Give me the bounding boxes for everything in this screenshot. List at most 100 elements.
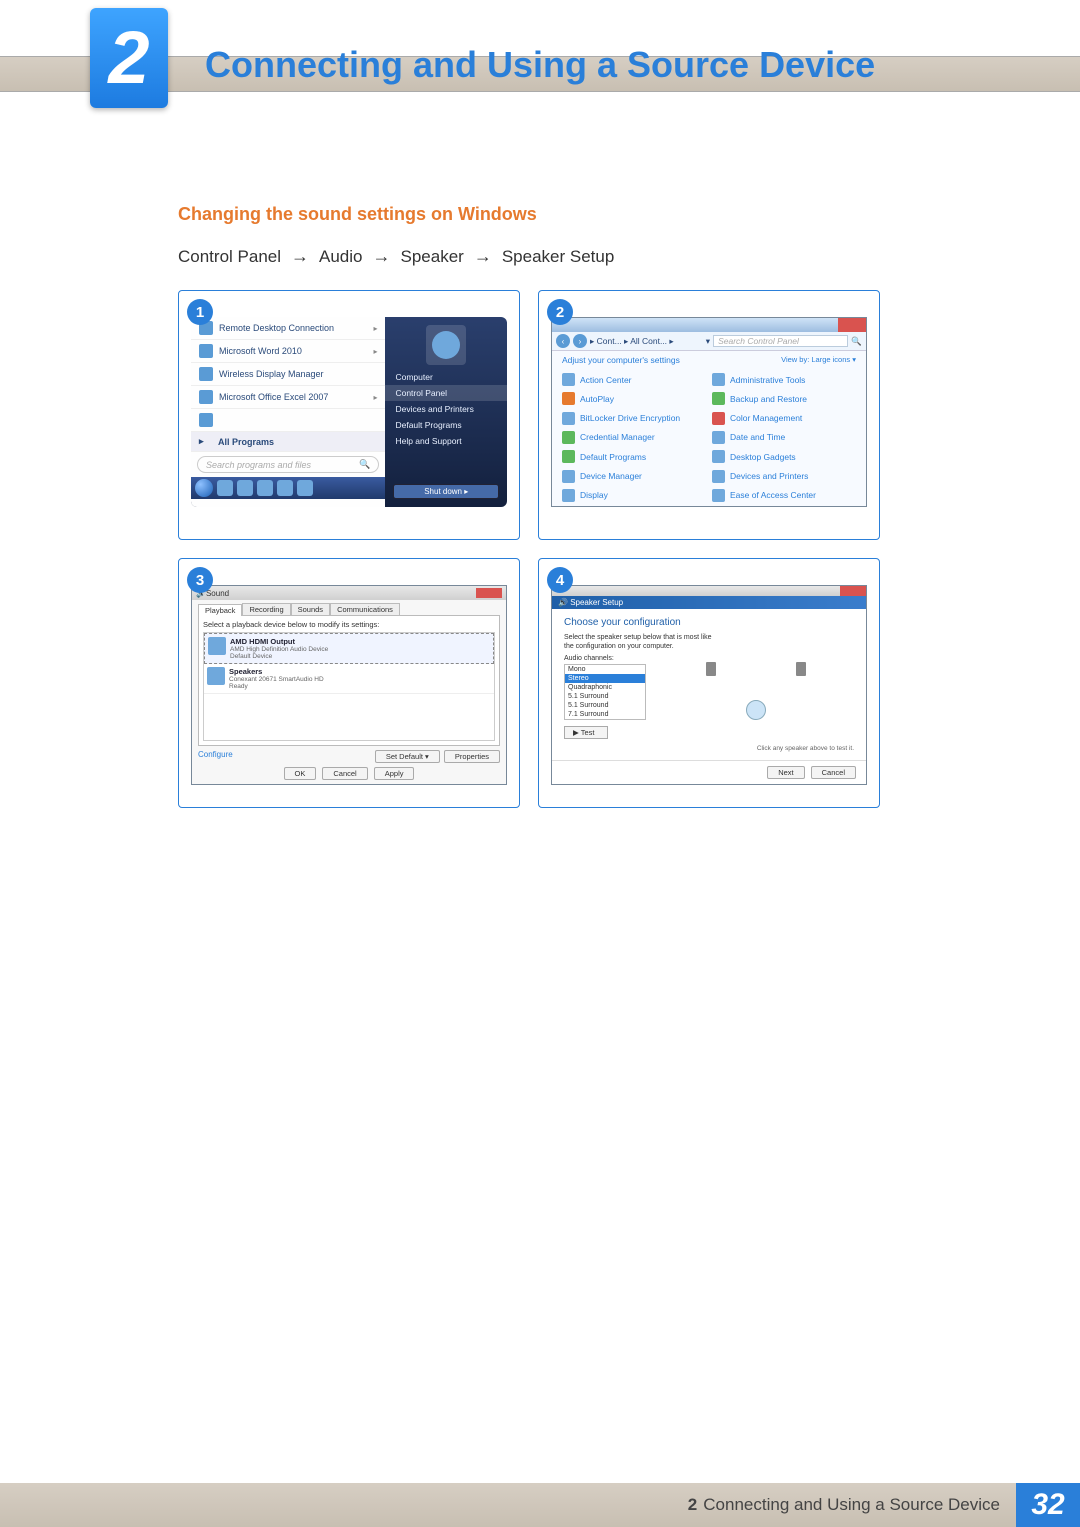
navigation-path: Control Panel → Audio → Speaker → Speake… (178, 246, 614, 267)
tab-recording[interactable]: Recording (242, 603, 290, 615)
channel-option[interactable]: 7.1 Surround (565, 710, 645, 719)
right-item-control-panel[interactable]: Control Panel (385, 385, 507, 401)
cancel-button[interactable]: Cancel (811, 766, 856, 779)
app-label: Microsoft Office Excel 2007 (219, 392, 328, 402)
speaker-diagram: Click any speaker above to test it. (658, 652, 854, 752)
chevron-right-icon: ▸ (373, 324, 377, 333)
device-item[interactable]: AMD HDMI Output AMD High Definition Audi… (204, 633, 494, 664)
device-name: AMD HDMI Output (230, 637, 328, 646)
close-icon[interactable] (476, 588, 502, 598)
taskbar-icon[interactable] (297, 480, 313, 496)
chapter-title: Connecting and Using a Source Device (205, 44, 875, 86)
apply-button[interactable]: Apply (374, 767, 415, 780)
tab-communications[interactable]: Communications (330, 603, 400, 615)
room-diagram (676, 652, 836, 752)
pinned-row[interactable] (191, 409, 385, 432)
breadcrumb[interactable]: ▸ Cont... ▸ All Cont... ▸ (590, 336, 703, 347)
cp-item[interactable]: AutoPlay (562, 390, 706, 407)
ok-button[interactable]: OK (284, 767, 317, 780)
autoplay-icon (562, 392, 575, 405)
configure-link[interactable]: Configure (198, 750, 233, 763)
channel-option-selected[interactable]: Stereo (565, 674, 645, 683)
cp-item[interactable]: Device Manager (562, 467, 706, 484)
cp-item[interactable]: Default Programs (562, 448, 706, 465)
cp-item[interactable]: Ease of Access Center (712, 487, 856, 504)
chapter-number: 2 (108, 21, 149, 95)
band-label: Speaker Setup (570, 598, 623, 607)
device-status: Default Device (230, 653, 328, 660)
tab-playback[interactable]: Playback (198, 604, 242, 616)
cp-item[interactable]: Display (562, 487, 706, 504)
device-item[interactable]: Speakers Conexant 20671 SmartAudio HD Re… (204, 664, 494, 694)
search-icon[interactable]: 🔍 (851, 336, 862, 347)
speaker-icon (208, 637, 226, 655)
credential-icon (562, 431, 575, 444)
search-placeholder: Search programs and files (206, 460, 311, 470)
view-by-dropdown[interactable]: View by: Large icons ▾ (781, 355, 856, 365)
start-menu: Remote Desktop Connection ▸ Microsoft Wor… (191, 317, 507, 507)
address-bar: ‹ › ▸ Cont... ▸ All Cont... ▸ ▾ Search C… (552, 332, 866, 351)
search-input[interactable]: Search programs and files🔍 (197, 456, 379, 473)
taskbar-icon[interactable] (277, 480, 293, 496)
cp-item[interactable]: Date and Time (712, 429, 856, 446)
cp-item[interactable]: Action Center (562, 371, 706, 388)
cp-item[interactable]: Backup and Restore (712, 390, 856, 407)
close-icon[interactable] (840, 586, 866, 596)
clock-icon (712, 431, 725, 444)
next-button[interactable]: Next (767, 766, 804, 779)
chevron-right-icon: ▸ (373, 347, 377, 356)
cp-item[interactable]: Desktop Gadgets (712, 448, 856, 465)
test-button[interactable]: ▶ Test (564, 726, 608, 739)
channel-option[interactable]: 5.1 Surround (565, 701, 645, 710)
set-default-button[interactable]: Set Default ▾ (375, 750, 440, 763)
user-avatar (426, 325, 466, 365)
app-item[interactable]: Wireless Display Manager (191, 363, 385, 386)
close-icon[interactable] (838, 318, 866, 332)
cancel-button[interactable]: Cancel (322, 767, 367, 780)
cp-item[interactable]: Credential Manager (562, 429, 706, 446)
right-item[interactable]: Help and Support (385, 433, 507, 449)
instruction-text: Select the speaker setup below that is m… (564, 634, 854, 641)
app-item[interactable]: Microsoft Word 2010 ▸ (191, 340, 385, 363)
all-programs[interactable]: ▸ All Programs (191, 432, 385, 452)
tools-icon (712, 373, 725, 386)
chapter-badge: 2 (90, 8, 168, 108)
channel-option[interactable]: Mono (565, 665, 645, 674)
cp-item-label: Ease of Access Center (730, 490, 816, 500)
app-item[interactable]: Remote Desktop Connection ▸ (191, 317, 385, 340)
cp-item[interactable]: Color Management (712, 410, 856, 427)
dialog-buttons: OK Cancel Apply (192, 767, 506, 780)
speaker-left-icon[interactable] (706, 662, 716, 676)
shutdown-button[interactable]: Shut down ▸ (393, 484, 499, 499)
cp-item[interactable]: BitLocker Drive Encryption (562, 410, 706, 427)
search-input[interactable]: Search Control Panel (713, 335, 848, 347)
taskbar-icon[interactable] (217, 480, 233, 496)
right-item[interactable]: Default Programs (385, 417, 507, 433)
right-item[interactable]: Computer (385, 369, 507, 385)
app-label: Microsoft Word 2010 (219, 346, 302, 356)
cp-item-label: Default Programs (580, 452, 646, 462)
listener-icon (746, 700, 766, 720)
step-badge: 2 (547, 299, 573, 325)
tab-bar: Playback Recording Sounds Communications (192, 600, 506, 615)
audio-channels-list[interactable]: Mono Stereo Quadraphonic 5.1 Surround 5.… (564, 664, 646, 720)
properties-button[interactable]: Properties (444, 750, 500, 763)
cp-item[interactable]: Administrative Tools (712, 371, 856, 388)
dialog-body: Choose your configuration Select the spe… (552, 609, 866, 760)
section-heading: Changing the sound settings on Windows (178, 204, 537, 225)
taskbar-icon[interactable] (257, 480, 273, 496)
start-orb-icon[interactable] (195, 479, 213, 497)
window-titlebar (552, 318, 866, 332)
taskbar-icon[interactable] (237, 480, 253, 496)
channel-option[interactable]: 5.1 Surround (565, 692, 645, 701)
tab-sounds[interactable]: Sounds (291, 603, 330, 615)
channel-option[interactable]: Quadraphonic (565, 683, 645, 692)
back-icon[interactable]: ‹ (556, 334, 570, 348)
app-item[interactable]: Microsoft Office Excel 2007▸ (191, 386, 385, 409)
cp-item[interactable]: Devices and Printers (712, 467, 856, 484)
app-label: Remote Desktop Connection (219, 323, 334, 333)
speaker-right-icon[interactable] (796, 662, 806, 676)
right-item[interactable]: Devices and Printers (385, 401, 507, 417)
forward-icon[interactable]: › (573, 334, 587, 348)
lock-icon (562, 412, 575, 425)
